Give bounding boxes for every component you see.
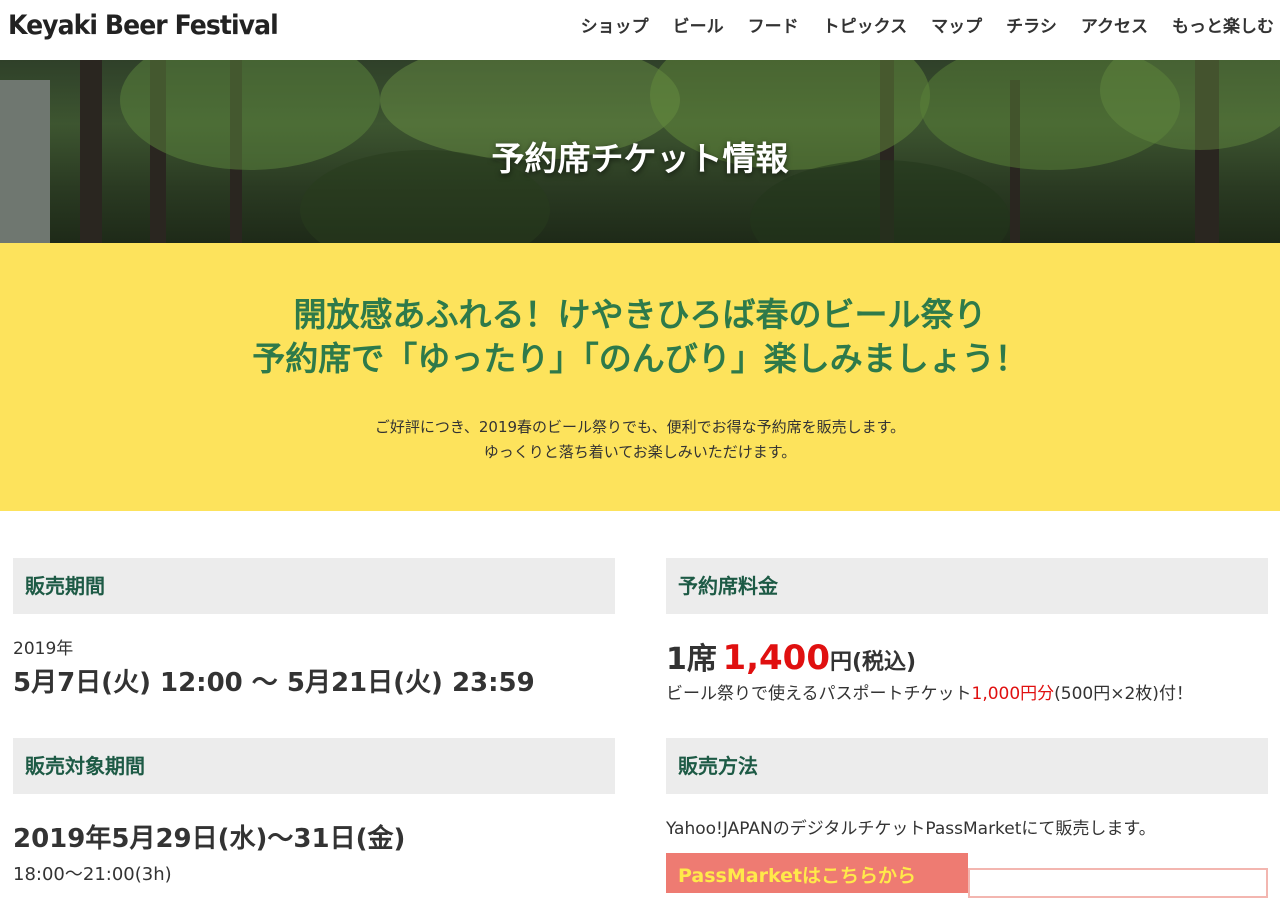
target-period-time: 18:00〜21:00(3h) <box>13 864 172 885</box>
headline: 開放感あふれる！けやきひろば春のビール祭り 予約席で「ゆったり」「のんびり」楽し… <box>0 293 1280 381</box>
price-note-before: ビール祭りで使えるパスポートチケット <box>666 684 972 704</box>
intro-banner: 開放感あふれる！けやきひろば春のビール祭り 予約席で「ゆったり」「のんびり」楽し… <box>0 243 1280 511</box>
hero-banner: 予約席チケット情報 <box>0 60 1280 243</box>
intro-line-1: ご好評につき、2019春のビール祭りでも、便利でお得な予約席を販売します。 <box>374 418 906 436</box>
nav-beer[interactable]: ビール <box>673 16 724 38</box>
price-line: 1席 1,400円(税込) <box>666 634 916 678</box>
nav-flyer[interactable]: チラシ <box>1006 16 1057 38</box>
sales-period-dates: 5月7日(火) 12:00 〜 5月21日(火) 23:59 <box>13 668 535 698</box>
sales-period-year: 2019年 <box>13 639 74 659</box>
nav-shop[interactable]: ショップ <box>581 16 649 38</box>
sales-period-heading: 販売期間 <box>13 558 615 614</box>
price-seat-prefix: 1席 <box>666 642 717 677</box>
target-period-heading: 販売対象期間 <box>13 738 615 794</box>
headline-line-2: 予約席で「ゆったり」「のんびり」楽しみましょう！ <box>252 339 1028 378</box>
nav-topics[interactable]: トピックス <box>823 16 908 38</box>
headline-line-1: 開放感あふれる！けやきひろば春のビール祭り <box>293 295 987 334</box>
price-heading: 予約席料金 <box>666 558 1268 614</box>
passmarket-button[interactable]: PassMarketはこちらから <box>666 853 968 893</box>
intro-line-2: ゆっくりと落ち着いてお楽しみいただけます。 <box>483 443 797 461</box>
site-header: Keyaki Beer Festival ショップ ビール フード トピックス … <box>0 0 1280 60</box>
method-text: Yahoo!JAPANのデジタルチケットPassMarketにて販売します。 <box>666 819 1156 839</box>
nav-food[interactable]: フード <box>748 16 799 38</box>
main-nav: ショップ ビール フード トピックス マップ チラシ アクセス もっと楽しむ <box>557 16 1274 38</box>
method-heading: 販売方法 <box>666 738 1268 794</box>
price-note-after: (500円×2枚)付！ <box>1054 684 1193 704</box>
nav-access[interactable]: アクセス <box>1081 16 1148 38</box>
price-note-red: 1,000円分 <box>971 684 1055 704</box>
intro-text: ご好評につき、2019春のビール祭りでも、便利でお得な予約席を販売します。 ゆっ… <box>0 415 1280 465</box>
nav-map[interactable]: マップ <box>931 16 982 38</box>
nav-enjoy-more[interactable]: もっと楽しむ <box>1172 16 1274 38</box>
price-amount: 1,400 <box>722 638 830 678</box>
passmarket-box <box>968 868 1268 898</box>
site-logo[interactable]: Keyaki Beer Festival <box>8 10 279 41</box>
target-period-dates: 2019年5月29日(水)〜31日(金) <box>13 824 406 854</box>
price-note: ビール祭りで使えるパスポートチケット1,000円分(500円×2枚)付！ <box>666 679 1193 704</box>
page-title: 予約席チケット情報 <box>491 139 789 178</box>
price-suffix: 円(税込) <box>830 650 917 675</box>
